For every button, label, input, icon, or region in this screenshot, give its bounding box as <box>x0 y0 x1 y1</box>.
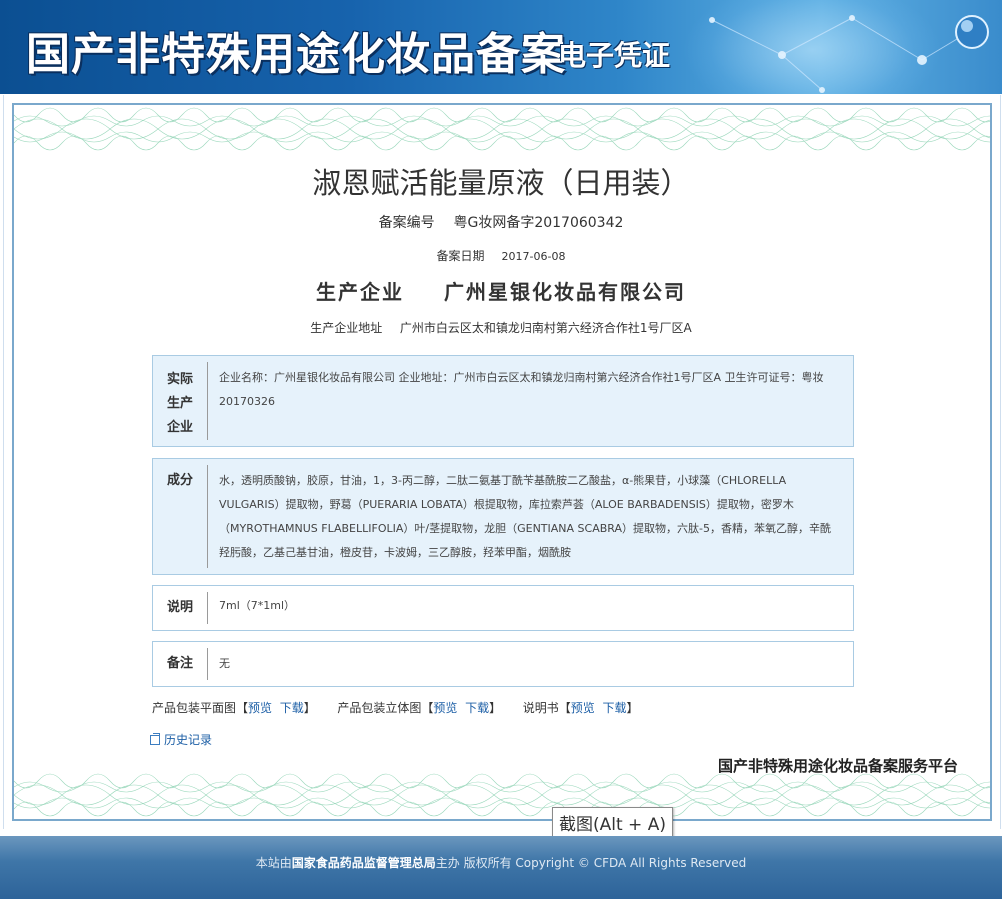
panel-ingredients-label: 成分 <box>166 473 193 488</box>
panel-description: 说明 7ml（7*1ml） <box>152 585 854 631</box>
panel-remarks-label: 备注 <box>166 656 193 671</box>
platform-name: 国产非特殊用途化妆品备案服务平台 <box>717 757 958 775</box>
manufacturer-name: 广州星银化妆品有限公司 <box>443 280 686 304</box>
product-name: 淑恩赋活能量原液（日用装） <box>312 166 690 200</box>
stereo-package-label: 产品包装立体图 <box>337 701 422 715</box>
manufacturer-line: 生产企业 广州星银化妆品有限公司 <box>0 276 1002 305</box>
panel-remarks-value: 无 <box>219 657 230 670</box>
manual-download-link[interactable]: 下载 <box>602 701 626 715</box>
bracket-open: 【 <box>558 701 571 715</box>
stereo-package-preview-link[interactable]: 预览 <box>433 701 457 715</box>
bracket-close: 】 <box>626 701 639 715</box>
record-date-value: 2017-06-08 <box>501 250 566 263</box>
panel-separator <box>207 465 208 568</box>
flat-package-download-link[interactable]: 下载 <box>280 701 304 715</box>
panel-actual-producer-value: 企业名称：广州星银化妆品有限公司 企业地址：广州市白云区太和镇龙归南村第六经济合… <box>219 371 824 408</box>
record-number-label: 备案编号 <box>378 215 435 231</box>
bracket-close: 】 <box>303 701 316 715</box>
record-date-label: 备案日期 <box>436 249 485 263</box>
bracket-close: 】 <box>489 701 502 715</box>
package-download-links: 产品包装平面图【预览 下载】 产品包装立体图【预览 下载】 说明书【预览 下载】 <box>152 699 638 716</box>
banner-subtitle: 电子凭证 <box>558 39 671 72</box>
manufacturer-address-value: 广州市白云区太和镇龙归南村第六经济合作社1号厂区A <box>399 321 692 335</box>
molecule-decoration <box>709 15 989 93</box>
panel-ingredients: 成分 水，透明质酸钠，胶原，甘油，1，3-丙二醇，二肽二氨基丁酰苄基酰胺二乙酸盐… <box>152 458 854 575</box>
banner-title: 国产非特殊用途化妆品备案 <box>26 29 566 80</box>
footer: 本站由国家食品药品监督管理总局主办 版权所有 Copyright © CFDA … <box>0 836 1002 899</box>
header-banner: 国产非特殊用途化妆品备案 电子凭证 <box>0 0 1002 94</box>
guilloche-pattern-bottom <box>14 773 990 817</box>
panel-description-label: 说明 <box>166 600 193 615</box>
history-row: 历史记录 <box>150 731 212 748</box>
guilloche-pattern-top <box>14 107 990 151</box>
history-link[interactable]: 历史记录 <box>164 733 212 747</box>
panel-actual-producer-label: 实际 生产 企业 <box>166 372 193 435</box>
panel-separator <box>207 648 208 680</box>
flat-package-label: 产品包装平面图 <box>152 701 237 715</box>
panel-separator <box>207 362 208 440</box>
screenshot-tooltip: 截图(Alt + A) <box>552 807 673 838</box>
panel-actual-producer: 实际 生产 企业 企业名称：广州星银化妆品有限公司 企业地址：广州市白云区太和镇… <box>152 355 854 447</box>
manufacturer-address-label: 生产企业地址 <box>310 321 383 335</box>
manual-label: 说明书 <box>522 701 559 715</box>
footer-copyright: 本站由国家食品药品监督管理总局主办 版权所有 Copyright © CFDA … <box>0 854 1002 871</box>
footer-prefix: 本站由 <box>255 856 292 870</box>
bracket-open: 【 <box>421 701 434 715</box>
record-date-line: 备案日期 2017-06-08 <box>0 247 1002 264</box>
manufacturer-address-line: 生产企业地址 广州市白云区太和镇龙归南村第六经济合作社1号厂区A <box>0 319 1002 336</box>
bracket-open: 【 <box>236 701 249 715</box>
footer-organization: 国家食品药品监督管理总局 <box>291 856 436 870</box>
manual-preview-link[interactable]: 预览 <box>571 701 595 715</box>
stereo-package-download-link[interactable]: 下载 <box>465 701 489 715</box>
flat-package-preview-link[interactable]: 预览 <box>248 701 272 715</box>
panel-remarks: 备注 无 <box>152 641 854 687</box>
panel-ingredients-value: 水，透明质酸钠，胶原，甘油，1，3-丙二醇，二肽二氨基丁酰苄基酰胺二乙酸盐，α-… <box>219 474 831 559</box>
external-link-icon <box>150 733 160 745</box>
panel-separator <box>207 592 208 624</box>
record-number-line: 备案编号 粤G妆网备字2017060342 <box>0 212 1002 232</box>
manufacturer-label: 生产企业 <box>316 280 405 304</box>
panel-description-value: 7ml（7*1ml） <box>219 599 296 612</box>
footer-suffix: 主办 版权所有 Copyright © CFDA All Rights Rese… <box>435 856 747 870</box>
record-number-value: 粤G妆网备字2017060342 <box>453 215 624 231</box>
